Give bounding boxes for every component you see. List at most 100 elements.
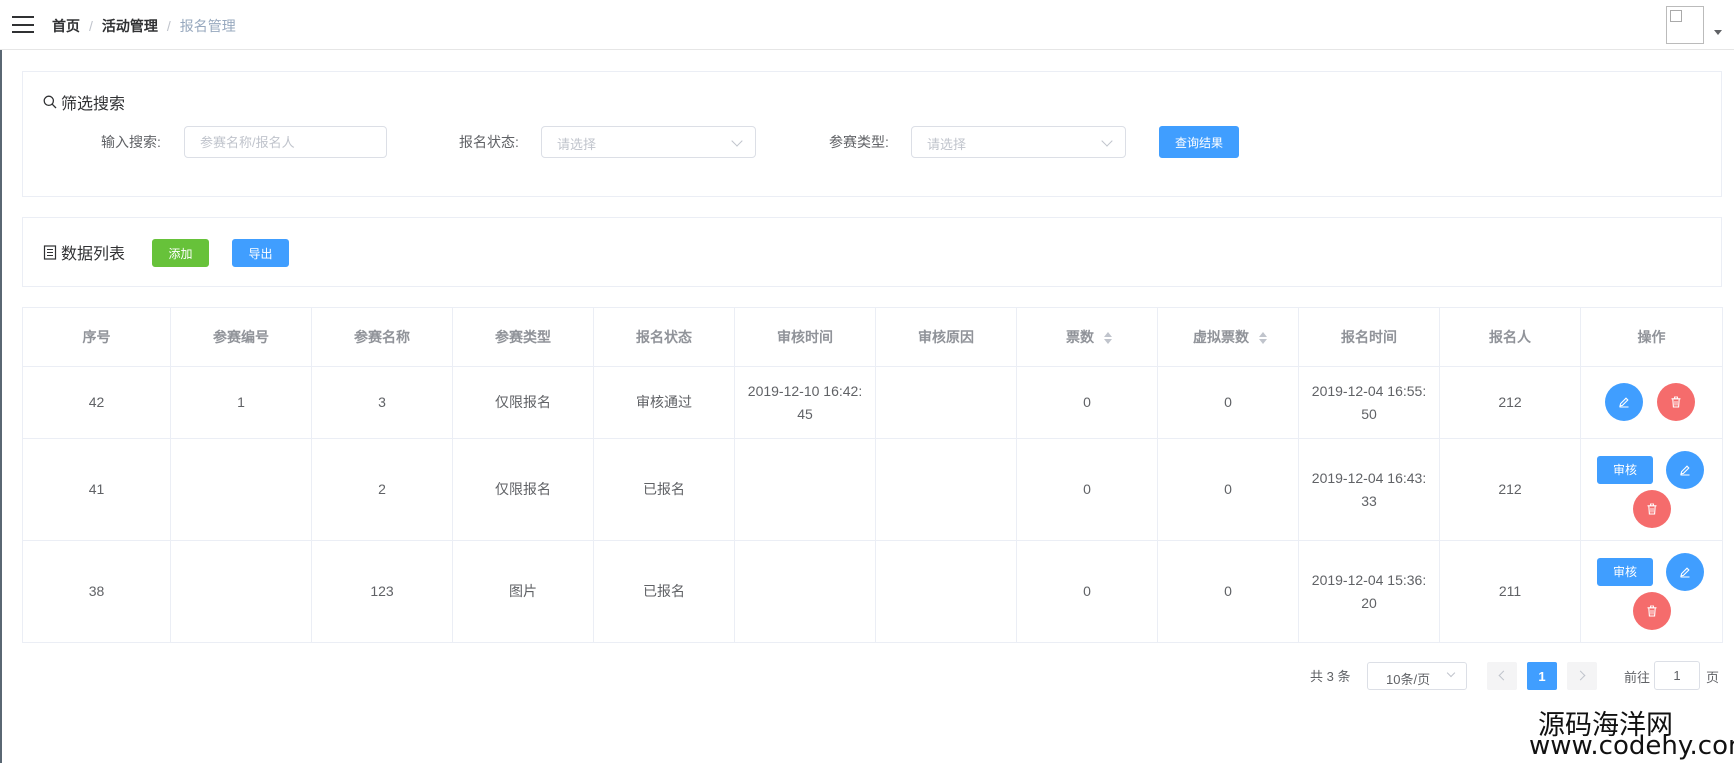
status-select[interactable]: 请选择 (541, 126, 756, 158)
prev-page-button[interactable] (1487, 662, 1517, 690)
cell-user: 212 (1439, 366, 1581, 439)
breadcrumb-home[interactable]: 首页 (52, 18, 80, 34)
page-size-value: 10条/页 (1386, 672, 1431, 687)
sidebar-edge (0, 50, 2, 763)
signup-time-date: 2019-12-04 16:55: (1311, 382, 1427, 399)
cell-votes: 0 (1016, 540, 1158, 643)
signup-time-date: 2019-12-04 15:36: (1311, 571, 1427, 588)
row-actions: 审核 (1581, 541, 1722, 642)
caret-down-icon[interactable] (1714, 30, 1722, 35)
column-header: 操作 (1580, 307, 1723, 367)
signup-time-sec: 50 (1361, 405, 1377, 422)
status-label: 报名状态: (459, 134, 519, 150)
list-title: 数据列表 (43, 240, 125, 264)
goto-suffix: 页 (1706, 670, 1720, 685)
breadcrumb: 首页 / 活动管理 / 报名管理 (52, 16, 236, 36)
edit-icon (1680, 465, 1690, 476)
column-header: 参赛编号 (170, 307, 312, 367)
table-header-row: 序号 参赛编号 参赛名称 参赛类型 报名状态 审核时间 审核原因 票数 虚拟票数… (22, 307, 1723, 367)
broken-image-icon (1670, 10, 1682, 22)
edit-button[interactable] (1605, 383, 1643, 421)
export-button[interactable]: 导出 (232, 239, 289, 267)
page-size-select[interactable]: 10条/页 (1367, 662, 1467, 690)
cell-code (170, 438, 312, 541)
edit-button[interactable] (1666, 553, 1704, 591)
cell-status: 已报名 (593, 540, 735, 643)
cell-id: 38 (22, 540, 171, 643)
table-row: 41 2 仅限报名 已报名 0 0 2019-12-04 16:43: 33 21… (22, 438, 1723, 541)
audit-button[interactable]: 审核 (1597, 558, 1653, 586)
column-header: 审核时间 (734, 307, 876, 367)
cell-virtual-votes: 0 (1157, 438, 1299, 541)
edit-icon (1680, 567, 1690, 578)
top-navbar: 首页 / 活动管理 / 报名管理 (0, 0, 1734, 50)
table-row: 42 1 3 仅限报名 审核通过 2019-12-10 16:42: 45 0 0… (22, 366, 1723, 439)
delete-button[interactable] (1657, 383, 1695, 421)
column-header: 参赛名称 (311, 307, 453, 367)
cell-id: 42 (22, 366, 171, 439)
filter-panel: 筛选搜索 输入搜索: 报名状态: 请选择 参赛类型: 请选择 查询结果 (22, 71, 1722, 197)
cell-actions: 审核 (1580, 438, 1723, 541)
cell-user: 212 (1439, 438, 1581, 541)
cell-actions (1580, 366, 1723, 439)
cell-votes: 0 (1016, 366, 1158, 439)
avatar[interactable] (1666, 6, 1704, 44)
cell-name: 2 (311, 438, 453, 541)
column-header-label: 票数 (1066, 329, 1094, 345)
chevron-down-icon (1101, 135, 1113, 147)
cell-code: 1 (170, 366, 312, 439)
row-actions (1581, 367, 1722, 438)
cell-name: 3 (311, 366, 453, 439)
table-row: 38 123 图片 已报名 0 0 2019-12-04 15:36: 20 21… (22, 540, 1723, 643)
pagination-total: 共 3 条 (1310, 669, 1351, 684)
cell-audit-time (734, 540, 876, 643)
chevron-right-icon (1575, 670, 1586, 681)
cell-type: 仅限报名 (452, 438, 594, 541)
add-button[interactable]: 添加 (152, 239, 209, 267)
column-header-votes[interactable]: 票数 (1016, 307, 1158, 367)
delete-button[interactable] (1633, 490, 1671, 528)
cell-actions: 审核 (1580, 540, 1723, 643)
edit-button[interactable] (1666, 451, 1704, 489)
trash-icon (1671, 396, 1681, 408)
breadcrumb-separator: / (89, 18, 93, 34)
list-panel: 数据列表 添加 导出 (22, 217, 1722, 287)
breadcrumb-separator: / (166, 18, 171, 34)
chevron-down-icon (731, 135, 743, 147)
status-select-placeholder: 请选择 (557, 137, 597, 152)
delete-button[interactable] (1633, 592, 1671, 630)
document-icon (43, 244, 57, 260)
list-title-text: 数据列表 (61, 246, 126, 263)
edit-icon (1619, 397, 1629, 408)
type-select-placeholder: 请选择 (927, 137, 967, 152)
filter-title: 筛选搜索 (43, 90, 125, 114)
goto-label: 前往 (1624, 670, 1651, 685)
audit-button[interactable]: 审核 (1597, 456, 1653, 484)
signup-time-sec: 20 (1361, 594, 1377, 611)
cell-id: 41 (22, 438, 171, 541)
cell-audit-time (734, 438, 876, 541)
cell-audit-reason (875, 540, 1017, 643)
search-input[interactable] (184, 126, 387, 158)
hamburger-icon[interactable] (12, 16, 34, 33)
column-header-label: 虚拟票数 (1193, 329, 1249, 345)
next-page-button[interactable] (1567, 662, 1597, 690)
column-header: 参赛类型 (452, 307, 594, 367)
search-icon (43, 95, 57, 109)
cell-user: 211 (1439, 540, 1581, 643)
breadcrumb-activity[interactable]: 活动管理 (102, 18, 158, 34)
cell-signup-time: 2019-12-04 16:43: 33 (1298, 438, 1440, 541)
goto-page-input[interactable] (1654, 661, 1700, 690)
chevron-down-icon (1446, 668, 1456, 678)
column-header-virtual-votes[interactable]: 虚拟票数 (1157, 307, 1299, 367)
query-button[interactable]: 查询结果 (1159, 126, 1239, 158)
data-table: 序号 参赛编号 参赛名称 参赛类型 报名状态 审核时间 审核原因 票数 虚拟票数… (22, 307, 1723, 643)
row-actions: 审核 (1581, 439, 1722, 540)
type-label: 参赛类型: (829, 134, 889, 150)
cell-type: 图片 (452, 540, 594, 643)
cell-code (170, 540, 312, 643)
page-number-current[interactable]: 1 (1527, 662, 1557, 690)
column-header: 报名状态 (593, 307, 735, 367)
type-select[interactable]: 请选择 (911, 126, 1126, 158)
search-label: 输入搜索: (101, 134, 161, 150)
